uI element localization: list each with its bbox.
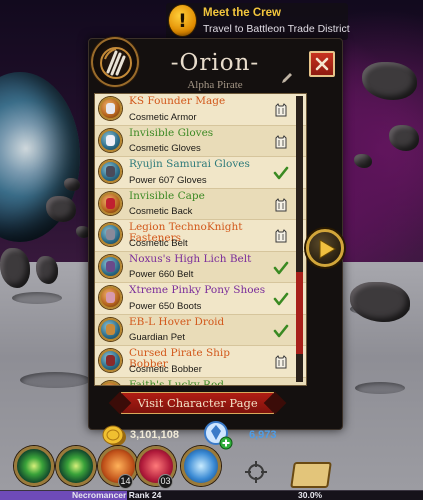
asteroid — [389, 125, 419, 151]
equipment-row[interactable]: Faith's Lucky Rod — [95, 377, 306, 387]
arrow-right-icon — [319, 239, 336, 259]
equipment-row[interactable]: Invisible Gloves Cosmetic Gloves — [95, 125, 306, 157]
item-icon-art — [106, 166, 115, 177]
equipped-check-icon — [273, 261, 289, 274]
gem-amount: 6,973 — [249, 429, 277, 441]
item-name: Faith's Lucky Rod — [129, 378, 224, 386]
guild-emblem — [91, 37, 139, 87]
equipped-check-icon — [273, 324, 289, 337]
asteroid — [64, 178, 80, 191]
gem-currency-icon[interactable] — [203, 420, 233, 450]
exclamation-icon: ! — [168, 4, 197, 37]
item-name: Xtreme Pinky Pony Shoes — [129, 284, 266, 296]
xp-rank-label: Necromancer Rank 24 — [72, 490, 162, 500]
equipped-check-icon — [273, 166, 289, 180]
quest-title: Meet the Crew — [203, 7, 281, 19]
item-type: Power 650 Boots — [129, 300, 202, 312]
item-name: Ryujin Samurai Gloves — [129, 158, 250, 170]
gold-amount: 3,101,108 — [130, 429, 179, 441]
gold-coin-icon — [102, 425, 126, 446]
ability-slot-2[interactable] — [56, 446, 96, 486]
ability-slot-5[interactable] — [181, 446, 221, 486]
item-icon — [99, 223, 122, 246]
item-icon — [99, 380, 122, 385]
close-button[interactable] — [309, 51, 335, 77]
crater — [20, 372, 90, 388]
item-icon — [99, 317, 122, 341]
character-title: Alpha Pirate — [187, 79, 243, 91]
quest-tracker[interactable]: ! Meet the Crew Travel to Battleon Trade… — [166, 3, 350, 40]
cosmetic-shirt-icon — [275, 355, 287, 369]
item-type: Cosmetic Bobber — [129, 363, 202, 375]
item-type: Cosmetic Armor — [129, 111, 197, 123]
equipment-row[interactable]: KS Founder Mage Cosmetic Armor — [95, 94, 306, 126]
item-icon — [99, 128, 122, 152]
close-icon — [315, 57, 329, 71]
character-name: -Orion- — [170, 50, 260, 76]
scrollbar-thumb[interactable] — [296, 272, 303, 354]
quest-subtitle: Travel to Battleon Trade District — [203, 23, 350, 35]
item-icon-art — [106, 103, 115, 114]
item-icon-art — [106, 134, 115, 146]
item-name: KS Founder Mage — [129, 95, 226, 107]
item-type: Cosmetic Gloves — [129, 143, 201, 154]
asteroid — [362, 62, 417, 100]
xp-percent-label: 30.0% — [298, 490, 323, 500]
item-icon — [99, 254, 122, 278]
asteroid — [354, 154, 372, 168]
equipment-list[interactable]: KS Founder Mage Cosmetic Armor Invisible G… — [94, 93, 307, 386]
boulder — [36, 256, 58, 284]
equipment-row[interactable]: Legion TechnoKnight Fasteners Cosmetic Be… — [95, 220, 306, 252]
item-name: Noxus's High Lich Belt — [129, 252, 252, 265]
target-reticle-icon[interactable] — [245, 461, 267, 483]
edit-pencil-icon[interactable] — [280, 71, 294, 85]
visit-character-page-button[interactable]: Visit Character Page — [121, 392, 274, 414]
map-scroll-button[interactable] — [290, 462, 332, 488]
ability-cooldown-2: 03 — [158, 474, 173, 489]
item-icon-art — [106, 292, 115, 303]
item-icon — [99, 286, 122, 309]
item-icon — [99, 349, 122, 372]
item-icon-art — [106, 260, 115, 272]
equipped-check-icon — [273, 292, 289, 306]
cosmetic-shirt-icon — [275, 134, 287, 148]
item-icon-art — [106, 197, 115, 209]
item-icon — [99, 97, 122, 120]
cosmetic-shirt-icon — [275, 197, 287, 211]
item-type: Cosmetic Back — [129, 206, 193, 217]
next-character-button[interactable] — [306, 229, 344, 267]
item-icon — [99, 191, 122, 215]
equipment-row[interactable]: Invisible Cape Cosmetic Back — [95, 188, 306, 220]
item-icon-art — [106, 229, 115, 240]
crater — [12, 292, 62, 304]
equipment-row[interactable]: Xtreme Pinky Pony Shoes Power 650 Boots — [95, 283, 306, 315]
item-icon-art — [106, 323, 115, 335]
item-type: Power 660 Belt — [129, 269, 194, 280]
claw-icon — [100, 47, 132, 79]
item-type: Guardian Pet — [129, 332, 185, 343]
cosmetic-shirt-icon — [275, 103, 287, 117]
cosmetic-shirt-icon — [275, 229, 287, 243]
item-name: EB-L Hover Droid — [129, 315, 225, 328]
item-type: Cosmetic Belt — [129, 237, 188, 249]
equipped-check-icon — [273, 386, 289, 387]
equipment-row[interactable]: Ryujin Samurai Gloves Power 607 Gloves — [95, 157, 306, 189]
item-icon — [99, 160, 122, 183]
item-name: Invisible Gloves — [129, 126, 214, 139]
equipment-row[interactable]: Cursed Pirate Ship Bobber Cosmetic Bobber — [95, 346, 306, 378]
crater — [355, 382, 405, 394]
item-type: Power 607 Gloves — [129, 174, 207, 186]
equipment-row[interactable]: Noxus's High Lich Belt Power 660 Belt — [95, 251, 306, 283]
equipment-row[interactable]: EB-L Hover Droid Guardian Pet — [95, 314, 306, 346]
ability-cooldown-1: 14 — [118, 474, 133, 489]
item-name: Invisible Cape — [129, 189, 205, 202]
item-icon-art — [106, 355, 115, 366]
ability-slot-1[interactable] — [14, 446, 54, 486]
